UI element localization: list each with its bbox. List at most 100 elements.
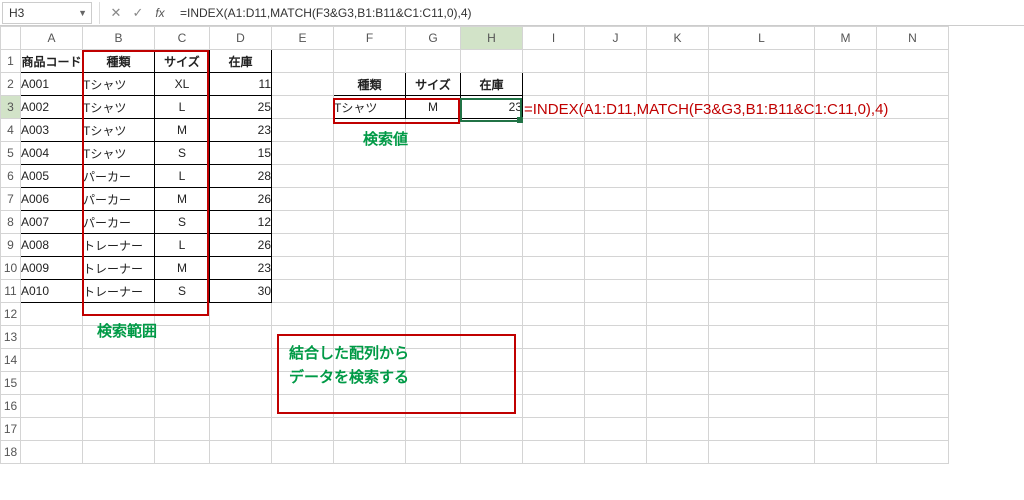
cell-L1[interactable]: [709, 50, 815, 73]
cell-J17[interactable]: [585, 418, 647, 441]
cell-A3[interactable]: A002: [21, 96, 83, 119]
cell-D8[interactable]: 12: [210, 211, 272, 234]
enter-icon[interactable]: ✓: [128, 3, 148, 23]
cell-N8[interactable]: [877, 211, 949, 234]
cell-E9[interactable]: [272, 234, 334, 257]
cell-B10[interactable]: トレーナー: [83, 257, 155, 280]
cell-E10[interactable]: [272, 257, 334, 280]
cell-A5[interactable]: A004: [21, 142, 83, 165]
cell-F7[interactable]: [334, 188, 406, 211]
cell-B2[interactable]: Tシャツ: [83, 73, 155, 96]
cell-I7[interactable]: [523, 188, 585, 211]
cell-N11[interactable]: [877, 280, 949, 303]
cell-C16[interactable]: [155, 395, 210, 418]
cell-I16[interactable]: [523, 395, 585, 418]
cell-D2[interactable]: 11: [210, 73, 272, 96]
cell-D13[interactable]: [210, 326, 272, 349]
cell-G2[interactable]: サイズ: [406, 73, 461, 96]
cell-B5[interactable]: Tシャツ: [83, 142, 155, 165]
cell-A18[interactable]: [21, 441, 83, 464]
cell-K4[interactable]: [647, 119, 709, 142]
cell-C7[interactable]: M: [155, 188, 210, 211]
cell-F9[interactable]: [334, 234, 406, 257]
cell-K13[interactable]: [647, 326, 709, 349]
cell-C12[interactable]: [155, 303, 210, 326]
cell-J7[interactable]: [585, 188, 647, 211]
cell-N1[interactable]: [877, 50, 949, 73]
cell-M17[interactable]: [815, 418, 877, 441]
row-header-3[interactable]: 3: [1, 96, 21, 119]
cell-M5[interactable]: [815, 142, 877, 165]
cell-A13[interactable]: [21, 326, 83, 349]
cell-M13[interactable]: [815, 326, 877, 349]
col-header-C[interactable]: C: [155, 27, 210, 50]
cell-B17[interactable]: [83, 418, 155, 441]
cell-K7[interactable]: [647, 188, 709, 211]
cell-C17[interactable]: [155, 418, 210, 441]
cell-J16[interactable]: [585, 395, 647, 418]
cell-H2[interactable]: 在庫: [461, 73, 523, 96]
cell-E17[interactable]: [272, 418, 334, 441]
col-header-K[interactable]: K: [647, 27, 709, 50]
cell-M11[interactable]: [815, 280, 877, 303]
cell-E18[interactable]: [272, 441, 334, 464]
cell-I5[interactable]: [523, 142, 585, 165]
chevron-down-icon[interactable]: ▼: [78, 8, 87, 18]
row-header-16[interactable]: 16: [1, 395, 21, 418]
cell-E2[interactable]: [272, 73, 334, 96]
cell-H5[interactable]: [461, 142, 523, 165]
cell-L5[interactable]: [709, 142, 815, 165]
row-header-5[interactable]: 5: [1, 142, 21, 165]
cell-C2[interactable]: XL: [155, 73, 210, 96]
cell-D4[interactable]: 23: [210, 119, 272, 142]
cell-M6[interactable]: [815, 165, 877, 188]
cell-I8[interactable]: [523, 211, 585, 234]
cell-G15[interactable]: [406, 372, 461, 395]
cell-B6[interactable]: パーカー: [83, 165, 155, 188]
row-header-8[interactable]: 8: [1, 211, 21, 234]
cell-N13[interactable]: [877, 326, 949, 349]
row-header-7[interactable]: 7: [1, 188, 21, 211]
cell-M1[interactable]: [815, 50, 877, 73]
cell-G11[interactable]: [406, 280, 461, 303]
cell-F2[interactable]: 種類: [334, 73, 406, 96]
cell-M15[interactable]: [815, 372, 877, 395]
cell-K15[interactable]: [647, 372, 709, 395]
cell-A8[interactable]: A007: [21, 211, 83, 234]
cell-I14[interactable]: [523, 349, 585, 372]
cell-A1[interactable]: 商品コード: [21, 50, 83, 73]
cell-A17[interactable]: [21, 418, 83, 441]
col-header-J[interactable]: J: [585, 27, 647, 50]
cell-A16[interactable]: [21, 395, 83, 418]
cell-G5[interactable]: [406, 142, 461, 165]
row-header-11[interactable]: 11: [1, 280, 21, 303]
cell-A6[interactable]: A005: [21, 165, 83, 188]
row-header-13[interactable]: 13: [1, 326, 21, 349]
cell-C18[interactable]: [155, 441, 210, 464]
cell-K6[interactable]: [647, 165, 709, 188]
cell-H16[interactable]: [461, 395, 523, 418]
cell-H10[interactable]: [461, 257, 523, 280]
cell-L14[interactable]: [709, 349, 815, 372]
cell-B9[interactable]: トレーナー: [83, 234, 155, 257]
col-header-L[interactable]: L: [709, 27, 815, 50]
cell-H9[interactable]: [461, 234, 523, 257]
cell-I15[interactable]: [523, 372, 585, 395]
cell-M9[interactable]: [815, 234, 877, 257]
cell-K17[interactable]: [647, 418, 709, 441]
cell-G8[interactable]: [406, 211, 461, 234]
col-header-B[interactable]: B: [83, 27, 155, 50]
cell-D15[interactable]: [210, 372, 272, 395]
cell-F17[interactable]: [334, 418, 406, 441]
row-header-18[interactable]: 18: [1, 441, 21, 464]
cell-E8[interactable]: [272, 211, 334, 234]
cell-F6[interactable]: [334, 165, 406, 188]
cell-M14[interactable]: [815, 349, 877, 372]
cell-I6[interactable]: [523, 165, 585, 188]
col-header-H[interactable]: H: [461, 27, 523, 50]
col-header-I[interactable]: I: [523, 27, 585, 50]
cell-G14[interactable]: [406, 349, 461, 372]
cell-E3[interactable]: [272, 96, 334, 119]
cell-I11[interactable]: [523, 280, 585, 303]
cell-J10[interactable]: [585, 257, 647, 280]
